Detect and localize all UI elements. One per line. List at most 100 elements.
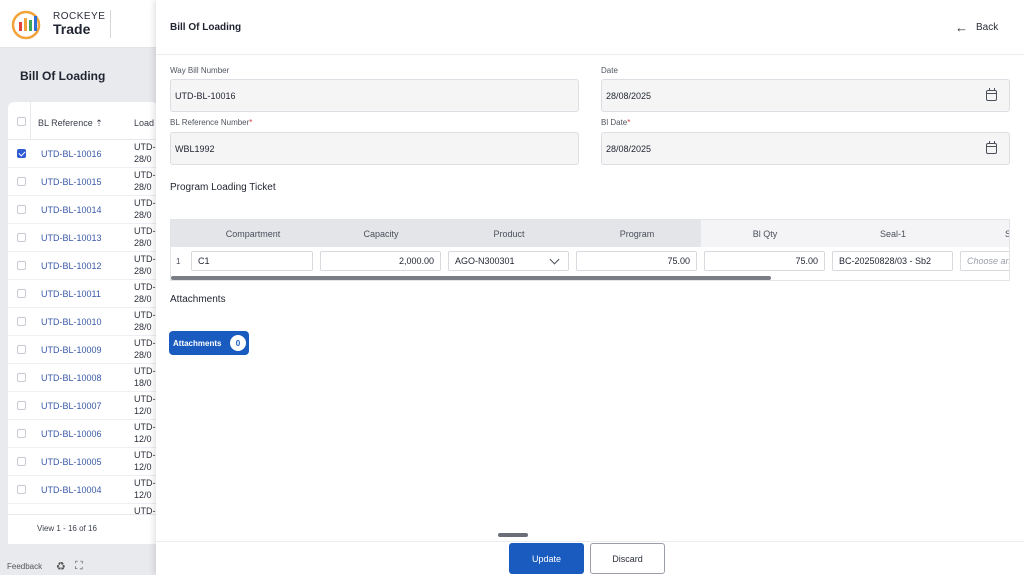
table-row[interactable]: UTD-BL-10013 UTD- 28/0: [8, 224, 158, 252]
fullscreen-icon[interactable]: ⛶: [75, 560, 83, 573]
feedback-link[interactable]: Feedback: [7, 562, 42, 571]
update-button[interactable]: Update: [509, 543, 584, 574]
chevron-down-icon[interactable]: [549, 254, 560, 265]
grid-header-capacity[interactable]: Capacity: [317, 220, 445, 247]
table-row[interactable]: UTD-BL-10010 UTD- 28/0: [8, 308, 158, 336]
bl-date-field[interactable]: 28/08/2025: [601, 132, 1010, 165]
footer-divider: [156, 541, 1024, 542]
bl-reference-link[interactable]: UTD-BL-10004: [41, 485, 102, 495]
loading-cell: UTD- 28/0: [134, 310, 156, 332]
program-loading-ticket-heading: Program Loading Ticket: [170, 182, 276, 193]
bl-date-value: 28/08/2025: [606, 143, 652, 154]
bl-reference-field[interactable]: WBL1992: [170, 132, 579, 165]
bl-reference-link[interactable]: UTD-BL-10014: [41, 205, 102, 215]
list-page-title: Bill Of Loading: [20, 69, 106, 83]
bl-qty-cell[interactable]: 75.00: [704, 251, 825, 271]
seal-1-cell[interactable]: BC-20250828/03 - Sb2: [832, 251, 953, 271]
attachments-heading: Attachments: [170, 294, 226, 305]
bl-reference-link[interactable]: UTD-BL-10012: [41, 261, 102, 271]
pagination-footer: View 1 - 16 of 16: [8, 514, 158, 544]
bl-reference-link[interactable]: UTD-BL-10005: [41, 457, 102, 467]
loading-cell: UTD- 18/0: [134, 366, 156, 388]
bl-reference-link[interactable]: UTD-BL-10011: [41, 289, 101, 299]
row-checkbox[interactable]: [17, 457, 26, 466]
row-checkbox[interactable]: [17, 149, 26, 158]
grid-header-seal-1[interactable]: Seal-1: [829, 220, 957, 247]
loading-cell: UTD- 28/0: [134, 282, 156, 304]
table-row[interactable]: UTD-BL-10016 UTD- 28/0: [8, 140, 158, 168]
table-row[interactable]: UTD-BL-10014 UTD- 28/0: [8, 196, 158, 224]
resize-handle[interactable]: [498, 533, 528, 537]
attachments-count-badge: 0: [230, 335, 246, 351]
row-checkbox[interactable]: [17, 233, 26, 242]
column-header-bl-reference[interactable]: BL Reference ⇡: [38, 118, 103, 129]
bl-reference-link[interactable]: UTD-BL-10010: [41, 317, 102, 327]
compartment-cell[interactable]: C1: [191, 251, 313, 271]
grid-header-compartment[interactable]: Compartment: [189, 220, 317, 247]
loading-cell: UTD- 28/0: [134, 254, 156, 276]
bl-reference-link[interactable]: UTD-BL-10008: [41, 373, 102, 383]
table-row[interactable]: UTD-BL-10012 UTD- 28/0: [8, 252, 158, 280]
grid-row: 1 C1 2,000.00 AGO-N300301 75.00 75.00 BC…: [171, 248, 1009, 274]
grid-header-bl-qty[interactable]: Bl Qty: [701, 220, 829, 247]
bl-reference-link[interactable]: UTD-BL-10006: [41, 429, 102, 439]
loading-cell: UTD- 12/0: [134, 450, 156, 472]
row-checkbox[interactable]: [17, 401, 26, 410]
table-row[interactable]: UTD-BL-10004 UTD- 12/0: [8, 476, 158, 504]
table-row[interactable]: UTD-BL-10008 UTD- 18/0: [8, 364, 158, 392]
bl-reference-link[interactable]: UTD-BL-10007: [41, 401, 102, 411]
way-bill-field[interactable]: UTD-BL-10016: [170, 79, 579, 112]
bl-reference-link[interactable]: UTD-BL-10013: [41, 233, 102, 243]
row-checkbox[interactable]: [17, 317, 26, 326]
bl-list-table: BL Reference ⇡ Load UTD-BL-10016 UTD- 28/…: [8, 102, 158, 544]
row-checkbox[interactable]: [17, 205, 26, 214]
product-select[interactable]: AGO-N300301: [448, 251, 569, 271]
program-loading-grid: Compartment Capacity Product Program Bl …: [170, 219, 1010, 281]
row-checkbox[interactable]: [17, 373, 26, 382]
row-checkbox[interactable]: [17, 429, 26, 438]
program-cell[interactable]: 75.00: [576, 251, 697, 271]
sort-icon[interactable]: ⇡: [95, 118, 103, 128]
brand-name: Trade: [53, 21, 91, 37]
table-row[interactable]: UTD-BL-10006 UTD- 12/0: [8, 420, 158, 448]
pagination-text: View 1 - 16 of 16: [37, 524, 97, 533]
table-row[interactable]: UTD-BL-10007 UTD- 12/0: [8, 392, 158, 420]
grid-horizontal-scrollbar[interactable]: [171, 276, 771, 280]
loading-cell: UTD- 12/0: [134, 394, 156, 416]
seal-2-cell[interactable]: Choose an: [960, 251, 1009, 271]
arrow-left-icon: ←: [955, 19, 968, 35]
table-row[interactable]: UTD-BL-10005 UTD- 12/0: [8, 448, 158, 476]
loading-cell: UTD- 28/0: [134, 338, 156, 360]
required-mark: *: [627, 118, 631, 127]
calendar-icon[interactable]: [986, 88, 997, 101]
column-divider: [30, 102, 31, 140]
row-checkbox[interactable]: [17, 177, 26, 186]
bl-reference-link[interactable]: UTD-BL-10009: [41, 345, 102, 355]
grid-header-seal-2[interactable]: S: [957, 220, 1009, 247]
loading-cell: UTD- 28/0: [134, 198, 156, 220]
grid-header-product[interactable]: Product: [445, 220, 573, 247]
row-checkbox[interactable]: [17, 261, 26, 270]
date-field[interactable]: 28/08/2025: [601, 79, 1010, 112]
row-checkbox[interactable]: [17, 289, 26, 298]
row-checkbox[interactable]: [17, 345, 26, 354]
bl-reference-label: BL Reference Number*: [170, 118, 253, 127]
grid-header-program[interactable]: Program: [573, 220, 701, 247]
column-header-load[interactable]: Load: [134, 118, 154, 128]
bl-reference-link[interactable]: UTD-BL-10016: [41, 149, 102, 159]
bl-reference-link[interactable]: UTD-BL-10015: [41, 177, 102, 187]
table-row[interactable]: UTD-BL-10015 UTD- 28/0: [8, 168, 158, 196]
bl-date-label: Bl Date*: [601, 118, 631, 127]
attachments-button[interactable]: Attachments 0: [169, 331, 249, 355]
back-button[interactable]: ← Back: [955, 19, 998, 35]
date-label: Date: [601, 66, 618, 75]
recycle-icon[interactable]: ♻: [56, 560, 66, 573]
row-checkbox[interactable]: [17, 485, 26, 494]
select-all-checkbox[interactable]: [17, 117, 26, 126]
calendar-icon[interactable]: [986, 141, 997, 154]
table-row[interactable]: UTD-BL-10009 UTD- 28/0: [8, 336, 158, 364]
table-row[interactable]: UTD-BL-10011 UTD- 28/0: [8, 280, 158, 308]
way-bill-value: UTD-BL-10016: [175, 90, 236, 101]
capacity-cell[interactable]: 2,000.00: [320, 251, 441, 271]
discard-button[interactable]: Discard: [590, 543, 665, 574]
